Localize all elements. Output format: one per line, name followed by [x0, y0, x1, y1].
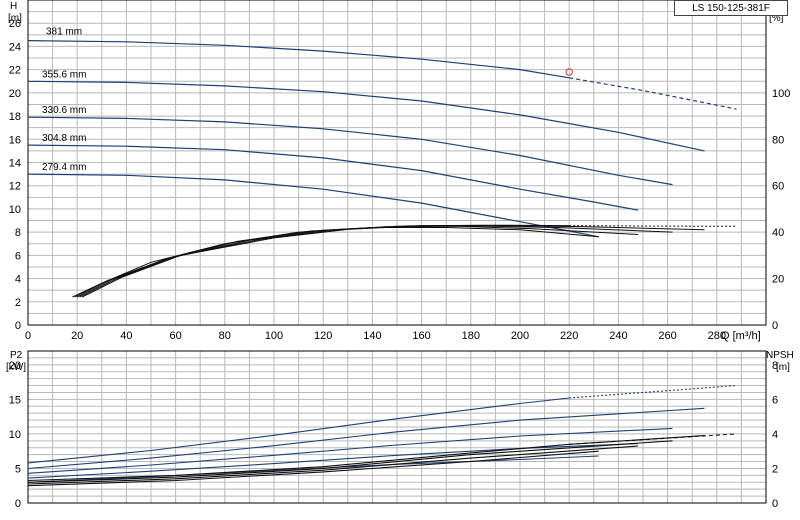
top-y-left-tick: 14 — [9, 158, 21, 170]
head-curve-label: 330.6 mm — [42, 105, 86, 116]
y-left-label-h: H — [10, 1, 17, 12]
y-left-label-unit: [m] — [8, 13, 22, 24]
pump-model-title: LS 150-125-381F — [674, 0, 788, 16]
top-x-tick: 240 — [609, 330, 627, 342]
top-x-tick: 20 — [71, 330, 83, 342]
top-y-left-tick: 6 — [15, 250, 21, 262]
top-y-right-tick: 20 — [772, 274, 784, 286]
top-x-tick: 160 — [412, 330, 430, 342]
head-curve-label: 304.8 mm — [42, 133, 86, 144]
top-y-left-tick: 4 — [15, 274, 21, 286]
top-x-tick: 80 — [219, 330, 231, 342]
top-y-left-tick: 18 — [9, 111, 21, 123]
bottom-y-right-tick: 6 — [772, 394, 778, 406]
y-right-label-npsh: NPSH — [766, 350, 794, 361]
top-y-left-tick: 22 — [9, 65, 21, 77]
top-x-tick: 0 — [25, 330, 31, 342]
y-left-label-kw: [kW] — [6, 362, 26, 373]
top-x-tick: 40 — [120, 330, 132, 342]
top-y-left-tick: 2 — [15, 297, 21, 309]
top-x-tick: 140 — [363, 330, 381, 342]
top-y-left-tick: 8 — [15, 227, 21, 239]
top-y-left-tick: 16 — [9, 134, 21, 146]
top-y-left-tick: 12 — [9, 181, 21, 193]
top-x-tick: 220 — [560, 330, 578, 342]
bottom-y-left-tick: 15 — [9, 394, 21, 406]
top-y-right-tick: 80 — [772, 134, 784, 146]
bottom-y-left-tick: 5 — [15, 463, 21, 475]
bottom-y-right-tick: 0 — [772, 498, 778, 510]
top-x-tick: 200 — [511, 330, 529, 342]
top-x-tick: 180 — [462, 330, 480, 342]
pump-performance-chart: 0 2 4 6 8 10 12 14 16 18 20 22 24 26 0 20 40 60 80 100 0 20 40… — [0, 0, 800, 520]
x-axis-label: Q [m³/h] — [721, 330, 761, 342]
bottom-y-left-tick: 0 — [15, 498, 21, 510]
top-y-left-tick: 24 — [9, 41, 21, 53]
top-x-tick: 100 — [265, 330, 283, 342]
head-curve-label: 381 mm — [46, 27, 82, 38]
top-y-left-tick: 20 — [9, 88, 21, 100]
top-y-left-tick: 10 — [9, 204, 21, 216]
top-y-right-tick: 60 — [772, 181, 784, 193]
y-right-label-m: [m] — [776, 362, 790, 373]
bottom-y-right-tick: 2 — [772, 463, 778, 475]
y-left-label-p2: P2 — [10, 350, 23, 361]
top-y-right-tick: 40 — [772, 227, 784, 239]
chart-canvas: 024681012141618202224260204060801000 20 40… — [6, 0, 794, 510]
head-curve-label: 279.4 mm — [42, 162, 86, 173]
top-x-tick: 260 — [658, 330, 676, 342]
head-curve-label: 355.6 mm — [42, 69, 86, 80]
bottom-y-left-tick: 10 — [9, 429, 21, 441]
top-y-right-tick: 100 — [772, 88, 790, 100]
top-x-tick: 120 — [314, 330, 332, 342]
top-y-right-tick: 0 — [772, 320, 778, 332]
top-y-left-tick: 0 — [15, 320, 21, 332]
bottom-y-right-tick: 4 — [772, 429, 778, 441]
top-x-tick: 60 — [169, 330, 181, 342]
